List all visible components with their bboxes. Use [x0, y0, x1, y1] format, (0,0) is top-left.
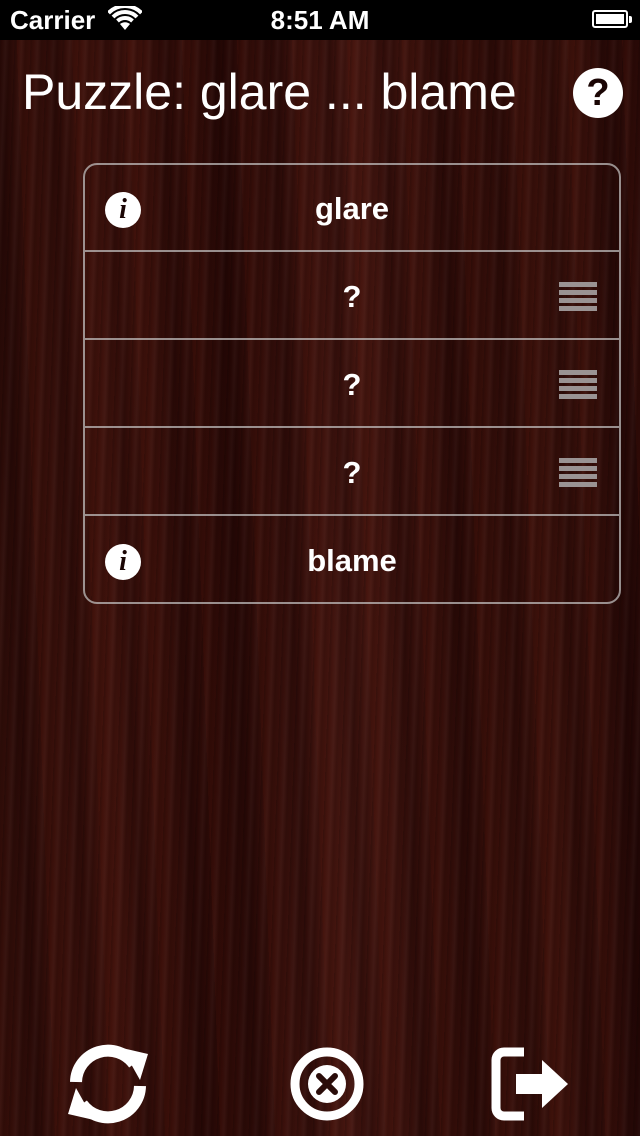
- reorder-handle-icon[interactable]: [559, 282, 597, 314]
- list-item: i glare: [85, 165, 619, 252]
- word-label: blame: [307, 543, 397, 578]
- reorder-handle-icon[interactable]: [559, 458, 597, 490]
- word-ladder-list: i glare ? ? ? i blame: [83, 163, 621, 604]
- status-bar: Carrier 8:51 AM: [0, 0, 640, 40]
- exit-icon[interactable]: [490, 1040, 578, 1128]
- word-label[interactable]: ?: [85, 429, 619, 516]
- clock: 8:51 AM: [270, 5, 370, 35]
- help-button[interactable]: ?: [573, 68, 623, 118]
- close-circle-icon[interactable]: [283, 1040, 371, 1128]
- reorder-handle-icon[interactable]: [559, 370, 597, 402]
- battery-icon: [592, 10, 632, 28]
- word-label[interactable]: ?: [85, 341, 619, 428]
- page-title: Puzzle: glare ... blame: [22, 64, 517, 120]
- question-circle-icon[interactable]: ?: [586, 72, 609, 114]
- list-item[interactable]: ?: [85, 341, 619, 428]
- word-label: glare: [314, 191, 390, 226]
- word-label[interactable]: ?: [85, 253, 619, 340]
- list-item: i blame: [85, 517, 619, 602]
- refresh-icon[interactable]: [64, 1040, 152, 1128]
- list-item[interactable]: ?: [85, 429, 619, 516]
- list-item[interactable]: ?: [85, 253, 619, 340]
